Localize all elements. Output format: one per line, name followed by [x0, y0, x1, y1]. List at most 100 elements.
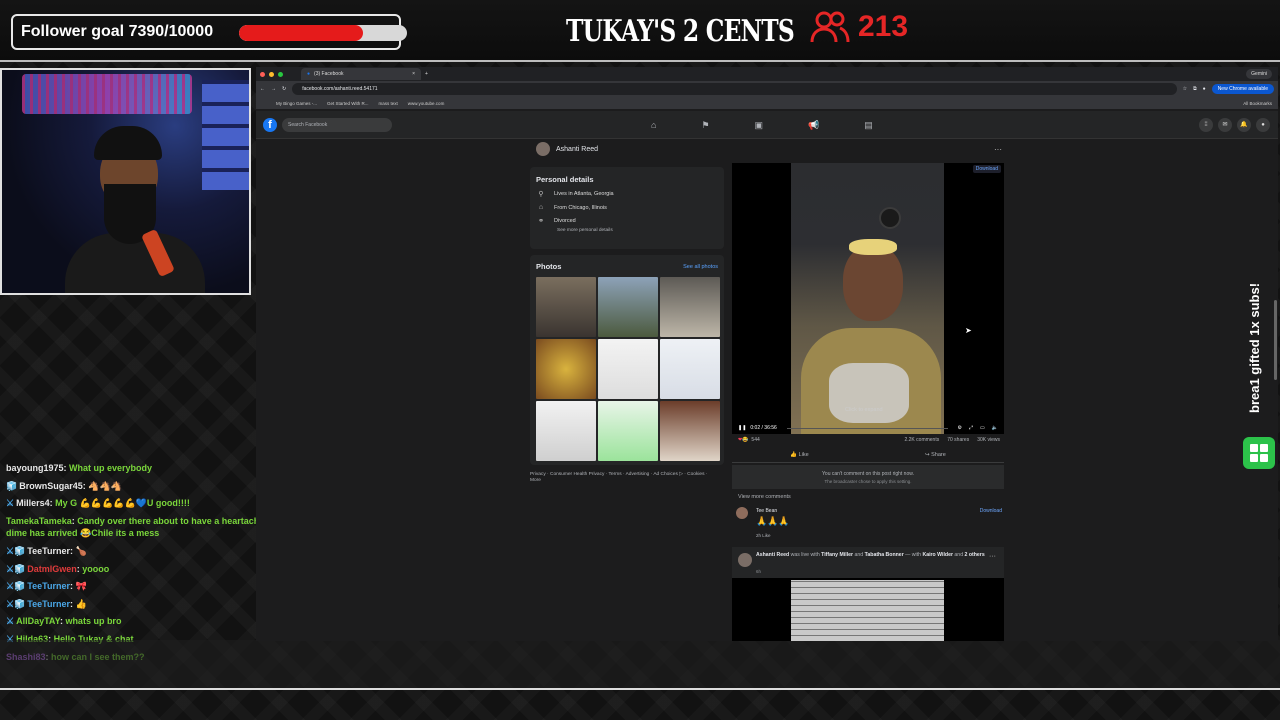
facebook-nav-icons: ⌂ ⚑ ▣ 📢 ▤: [651, 120, 873, 131]
profile-name[interactable]: Ashanti Reed: [556, 146, 598, 153]
pip-icon[interactable]: ▭: [980, 425, 985, 431]
overlay-bottom-band: [0, 640, 1280, 688]
tagged-user[interactable]: Tiffany Miller: [821, 552, 853, 558]
new-chrome-button[interactable]: New Chrome available: [1211, 84, 1274, 94]
close-window-button[interactable]: [260, 71, 265, 77]
account-avatar[interactable]: ●: [1256, 118, 1270, 132]
view-more-comments-link[interactable]: View more comments: [738, 494, 791, 500]
comments-disabled-text: You can't comment on this post right now…: [822, 471, 914, 477]
new-tab-button[interactable]: +: [425, 71, 428, 77]
tab-close-icon[interactable]: ×: [412, 71, 415, 77]
photo-thumbnail[interactable]: [598, 277, 658, 337]
photo-thumbnail[interactable]: [536, 277, 596, 337]
photo-thumbnail[interactable]: [660, 339, 720, 399]
back-icon[interactable]: ←: [260, 86, 265, 92]
webcam-lights: [22, 74, 192, 114]
chat-username[interactable]: DatmlGwen: [27, 564, 77, 574]
fullscreen-icon[interactable]: ⤢: [969, 425, 973, 431]
more-options-icon[interactable]: ···: [994, 145, 1002, 154]
chat-username[interactable]: TeeTurner: [27, 599, 70, 609]
see-more-details-link[interactable]: See more personal details: [557, 228, 718, 233]
detail-lives: ⚲ Lives in Atlanta, Georgia: [536, 190, 718, 198]
reaction-count[interactable]: 544: [751, 437, 759, 443]
photo-thumbnail[interactable]: [598, 401, 658, 461]
volume-icon[interactable]: 🔈: [992, 425, 998, 431]
bookmark-item[interactable]: mass text: [379, 101, 398, 106]
pause-icon[interactable]: ❚❚: [738, 425, 746, 431]
home-icon[interactable]: ⌂: [651, 120, 656, 131]
bookmark-item[interactable]: Get Started With R...: [327, 101, 369, 106]
search-input[interactable]: Search Facebook: [282, 118, 392, 132]
download-button[interactable]: Download: [972, 165, 1001, 173]
comment-count[interactable]: 2.2K comments: [904, 437, 939, 443]
profile-icon[interactable]: ●: [1203, 86, 1206, 92]
flag-icon[interactable]: ⚑: [701, 120, 709, 131]
video-progress-bar[interactable]: [786, 427, 948, 429]
bookmark-item[interactable]: My Bingo Games -...: [276, 101, 317, 106]
tagged-others[interactable]: 2 others: [965, 552, 985, 558]
photo-thumbnail[interactable]: [536, 401, 596, 461]
settings-icon[interactable]: ⚙: [958, 425, 962, 431]
menu-grid-icon[interactable]: ⁞⁞: [1199, 118, 1213, 132]
bookmark-item[interactable]: www.youtube.com: [408, 101, 445, 106]
chat-username[interactable]: AllDayTAY: [16, 616, 60, 626]
chat-username[interactable]: TeeTurner: [27, 581, 70, 591]
comment-text: 🙏🙏🙏: [756, 516, 790, 526]
photo-thumbnail[interactable]: [660, 277, 720, 337]
chat-username[interactable]: TeeTurner: [27, 546, 70, 556]
gaming-icon[interactable]: ▤: [864, 120, 873, 131]
click-to-expand[interactable]: Click to expand: [845, 407, 883, 413]
notifications-icon[interactable]: 🔔: [1237, 118, 1251, 132]
chat-message: ⚔🧊 DatmlGwen: yoooo: [6, 563, 294, 576]
minimize-window-button[interactable]: [269, 71, 274, 77]
chat-username[interactable]: bayoung1975: [6, 463, 64, 473]
avatar[interactable]: [738, 553, 752, 567]
overlay-top-bar: Follower goal 7390/10000 TUKAY'S 2 CENTS…: [0, 0, 1280, 62]
chat-badge-icon: ⚔: [6, 616, 15, 627]
see-all-photos-link[interactable]: See all photos: [683, 264, 718, 270]
live-post-media[interactable]: [732, 578, 1004, 641]
url-input[interactable]: facebook.com/ashanti.reed.54171: [292, 83, 1177, 95]
browser-tab[interactable]: ● (3) Facebook ×: [301, 68, 421, 80]
comment-author[interactable]: Tee Bean: [756, 508, 777, 514]
bookmark-star-icon[interactable]: ☆: [1183, 86, 1187, 92]
gemini-button[interactable]: Gemini: [1246, 69, 1272, 79]
photo-thumbnail[interactable]: [536, 339, 596, 399]
photo-thumbnail[interactable]: [598, 339, 658, 399]
post-time[interactable]: 6h: [756, 569, 761, 574]
divider: [0, 688, 1280, 690]
reload-icon[interactable]: ↻: [282, 86, 286, 92]
tagged-user[interactable]: Tabatha Bonner: [865, 552, 904, 558]
post-more-icon[interactable]: ···: [989, 553, 996, 560]
like-button[interactable]: 👍 Like: [790, 452, 808, 458]
avatar[interactable]: [736, 507, 748, 519]
chat-username[interactable]: TamekaTameka: [6, 516, 72, 526]
chat-message: ⚔🧊 TeeTurner: 🎀: [6, 580, 294, 593]
maximize-window-button[interactable]: [278, 71, 283, 77]
video-player[interactable]: Download Click to expand ❚❚ 0:02 / 36:56…: [732, 163, 1004, 434]
avatar[interactable]: [536, 142, 550, 156]
tagged-user[interactable]: Kairo Wilder: [922, 552, 953, 558]
scrollbar[interactable]: [1274, 300, 1277, 380]
photos-grid: [536, 277, 720, 461]
extensions-icon[interactable]: ⧉: [1193, 86, 1197, 92]
forward-icon[interactable]: →: [271, 86, 276, 92]
share-button[interactable]: ↪ Share: [925, 452, 946, 458]
chat-text: My G 💪💪💪💪💪💙U good!!!!: [55, 498, 190, 509]
chat-text: 🎀: [75, 581, 87, 592]
marketplace-icon[interactable]: ▣: [755, 120, 764, 131]
facebook-logo-icon[interactable]: f: [263, 118, 277, 132]
megaphone-icon[interactable]: 📢: [808, 120, 819, 131]
chat-message: 🧊 BrownSugar45: 🐴🐴🐴: [6, 480, 294, 493]
relationship-icon: ⚭: [538, 218, 544, 225]
share-count[interactable]: 70 shares: [947, 437, 969, 443]
messenger-icon[interactable]: ✉: [1218, 118, 1232, 132]
photo-thumbnail[interactable]: [660, 401, 720, 461]
chat-username[interactable]: Millers4: [16, 498, 50, 508]
all-bookmarks[interactable]: All Bookmarks: [1243, 101, 1272, 106]
chat-username[interactable]: BrownSugar45: [19, 481, 83, 491]
post-author[interactable]: Ashanti Reed: [756, 552, 789, 558]
comment-meta[interactable]: 2h Like: [756, 533, 771, 538]
photos-card: Photos See all photos: [530, 255, 724, 465]
comment-download-button[interactable]: Download: [980, 508, 1002, 514]
